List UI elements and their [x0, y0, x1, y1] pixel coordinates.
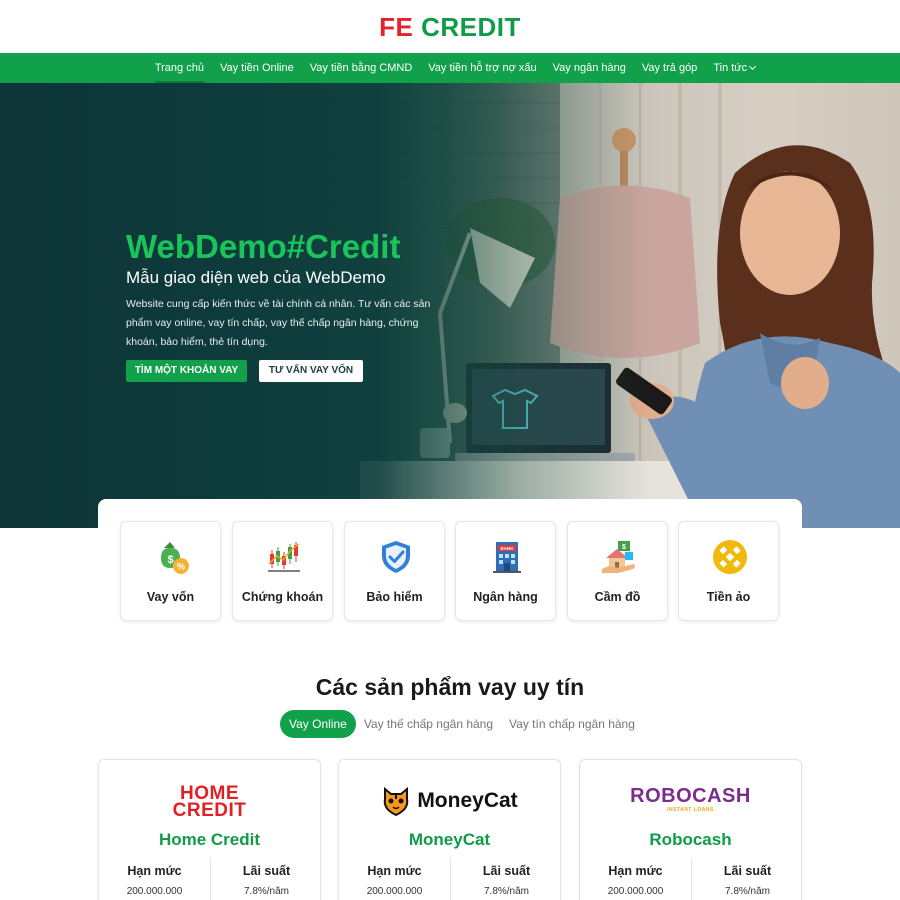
category-label: Tiền ảo: [706, 590, 751, 604]
chevron-down-icon: [749, 62, 757, 71]
category-label: Bảo hiểm: [366, 590, 423, 604]
limit-label: Hạn mức: [127, 864, 182, 878]
category-label: Cầm đồ: [594, 590, 641, 604]
tab-unsecured-loan[interactable]: Vay tín chấp ngân hàng: [501, 710, 643, 738]
rate-value: 7.8%/năm: [724, 886, 771, 897]
money-bag-icon: $ %: [161, 542, 189, 574]
svg-text:$: $: [622, 544, 626, 551]
product-name: MoneyCat: [408, 830, 491, 849]
nav-label: Vay ngân hàng: [552, 62, 626, 74]
category-label: Vay vốn: [146, 590, 195, 604]
nav-label: Vay trả góp: [641, 62, 698, 74]
tab-online-loan[interactable]: Vay Online: [280, 710, 356, 738]
rate-column: Lãi suất 7.8%/năm: [211, 864, 322, 897]
category-pawn[interactable]: $ Cầm đồ: [567, 521, 668, 621]
category-stocks[interactable]: Chứng khoán: [232, 521, 333, 621]
category-insurance[interactable]: Bảo hiểm: [344, 521, 445, 621]
rate-value: 7.8%/năm: [483, 886, 530, 897]
svg-text:$: $: [167, 554, 173, 566]
limit-column: Hạn mức 200.000.000: [99, 864, 210, 897]
product-name: Robocash: [649, 830, 732, 849]
product-name: Home Credit: [158, 830, 261, 849]
rate-label: Lãi suất: [242, 864, 291, 878]
limit-value: 200.000.000: [607, 886, 664, 897]
bank-building-icon: BANK: [493, 542, 521, 573]
svg-text:BANK: BANK: [501, 546, 515, 551]
product-tabs: Vay Online Vay thế chấp ngân hàng Vay tí…: [280, 710, 643, 738]
category-label: Ngân hàng: [473, 590, 538, 604]
fe-credit-logo[interactable]: FE CREDIT: [0, 12, 900, 42]
nav-item-news[interactable]: Tin tức: [705, 53, 763, 83]
nav-item-online-loan[interactable]: Vay tiền Online: [212, 53, 302, 83]
find-loan-button[interactable]: TÌM MỘT KHOẢN VAY: [126, 360, 247, 382]
limit-column: Hạn mức 200.000.000: [339, 864, 450, 897]
limit-value: 200.000.000: [366, 886, 423, 897]
rate-label: Lãi suất: [482, 864, 531, 878]
logo-line: CREDIT: [172, 800, 247, 821]
nav-item-home[interactable]: Trang chủ: [147, 53, 212, 83]
category-label: Chứng khoán: [241, 590, 324, 604]
nav-item-installment[interactable]: Vay trả góp: [634, 53, 705, 83]
category-bank[interactable]: BANK Ngân hàng: [455, 521, 556, 621]
nav-item-bad-debt-loan[interactable]: Vay tiền hỗ trợ nợ xấu: [420, 53, 544, 83]
svg-text:%: %: [177, 562, 185, 572]
pawn-house-icon: $: [602, 541, 635, 573]
product-stats: Hạn mức 200.000.000 Lãi suất 7.8%/năm: [99, 858, 320, 900]
hero-banner: WebDemo#Credit Mẫu giao diện web của Web…: [0, 83, 900, 528]
hero-subtitle: Mẫu giao diện web của WebDemo: [126, 268, 386, 287]
category-loan[interactable]: $ % Vay vốn: [120, 521, 221, 621]
nav-label: Vay tiền bằng CMND: [309, 62, 413, 74]
category-crypto[interactable]: Tiền ảo: [678, 521, 779, 621]
product-stats: Hạn mức 200.000.000 Lãi suất 7.8%/năm: [339, 858, 560, 900]
rate-column: Lãi suất 7.8%/năm: [692, 864, 803, 897]
rate-value: 7.8%/năm: [243, 886, 290, 897]
candlestick-chart-icon: [268, 542, 300, 572]
rate-label: Lãi suất: [723, 864, 772, 878]
loan-consult-button[interactable]: TƯ VẤN VAY VỐN: [259, 360, 363, 382]
nav-label: Trang chủ: [154, 62, 204, 74]
limit-column: Hạn mức 200.000.000: [580, 864, 691, 897]
rate-column: Lãi suất 7.8%/năm: [451, 864, 562, 897]
limit-label: Hạn mức: [608, 864, 663, 878]
product-stats: Hạn mức 200.000.000 Lãi suất 7.8%/năm: [580, 858, 801, 900]
robocash-logo-sub: INSTANT LOANS: [667, 807, 714, 813]
nav-item-id-loan[interactable]: Vay tiền bằng CMND: [302, 53, 421, 83]
robocash-logo-text: ROBOCASH: [630, 785, 751, 807]
logo-fe-text: FE: [379, 12, 414, 42]
limit-value: 200.000.000: [126, 886, 183, 897]
category-panel: $ % Vay vốn Chứng khoán Bảo hiểm BANK Ng…: [98, 499, 802, 644]
moneycat-logo: MoneyCat: [339, 785, 560, 819]
home-credit-logo: HOME CREDIT: [99, 784, 320, 821]
nav-label: Vay tiền Online: [219, 62, 294, 74]
hero-description: Website cung cấp kiến thức về tài chính …: [126, 298, 431, 348]
main-nav: Trang chủ Vay tiền Online Vay tiền bằng …: [0, 53, 900, 83]
crypto-coin-icon: [713, 540, 747, 574]
tiger-mascot-icon: [384, 786, 409, 817]
product-card-moneycat[interactable]: MoneyCat MoneyCat Hạn mức 200.000.000 Lã…: [338, 759, 561, 900]
shield-check-icon: [382, 541, 410, 573]
product-card-home-credit[interactable]: HOME CREDIT Home Credit Hạn mức 200.000.0…: [98, 759, 321, 900]
limit-label: Hạn mức: [367, 864, 422, 878]
hero-title: WebDemo#Credit: [126, 228, 401, 265]
moneycat-logo-text: MoneyCat: [417, 789, 518, 812]
products-section-title: Các sản phẩm vay uy tín: [315, 674, 585, 700]
nav-label: Tin tức: [713, 62, 748, 74]
nav-item-bank-loan[interactable]: Vay ngân hàng: [545, 53, 634, 83]
nav-label: Vay tiền hỗ trợ nợ xấu: [428, 62, 537, 74]
tab-mortgage-loan[interactable]: Vay thế chấp ngân hàng: [356, 710, 501, 738]
logo-credit-text: CREDIT: [421, 12, 521, 42]
product-card-robocash[interactable]: ROBOCASH INSTANT LOANS Robocash Hạn mức …: [579, 759, 802, 900]
site-header: FE CREDIT: [0, 0, 900, 53]
robocash-logo: ROBOCASH INSTANT LOANS: [580, 785, 801, 819]
